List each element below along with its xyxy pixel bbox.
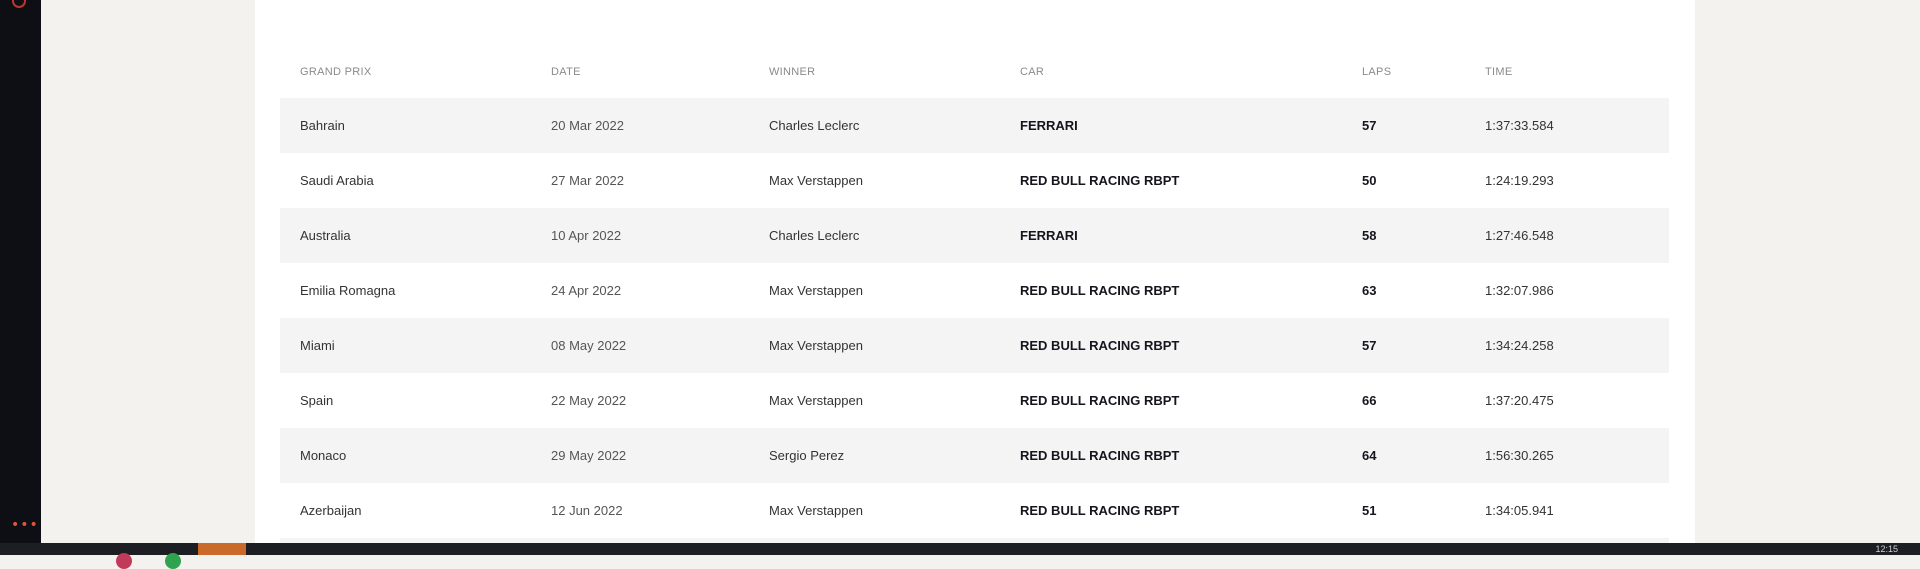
cell-time: 1:37:20.475 bbox=[1485, 393, 1554, 408]
cell-time: 1:37:33.584 bbox=[1485, 118, 1554, 133]
cell-laps: 66 bbox=[1362, 393, 1377, 408]
cell-time: 1:56:30.265 bbox=[1485, 448, 1554, 463]
header-time: TIME bbox=[1485, 66, 1513, 78]
cell-time: 1:32:07.986 bbox=[1485, 283, 1554, 298]
cell-winner: Charles Leclerc bbox=[769, 228, 860, 243]
cell-car: RED BULL RACING RBPT bbox=[1020, 448, 1180, 463]
cell-grand-prix: Saudi Arabia bbox=[300, 173, 374, 188]
cell-date: 10 Apr 2022 bbox=[551, 228, 622, 243]
table-row[interactable]: Australia 10 Apr 2022 Charles Leclerc FERRA… bbox=[280, 208, 1669, 263]
cell-time: 1:24:19.293 bbox=[1485, 173, 1554, 188]
cell-date: 20 Mar 2022 bbox=[551, 118, 624, 133]
cell-date: 29 May 2022 bbox=[551, 448, 627, 463]
active-app-tab[interactable] bbox=[198, 543, 246, 555]
cell-date: 22 May 2022 bbox=[551, 393, 627, 408]
cell-car: RED BULL RACING RBPT bbox=[1020, 503, 1180, 518]
taskbar: 12:15 bbox=[0, 543, 1920, 569]
cell-winner: Charles Leclerc bbox=[769, 118, 860, 133]
cell-laps: 64 bbox=[1362, 448, 1377, 463]
cell-grand-prix: Australia bbox=[300, 228, 351, 243]
cell-laps: 57 bbox=[1362, 338, 1377, 353]
results-panel: GRAND PRIX DATE WINNER CAR LAPS TIME Bah… bbox=[255, 0, 1695, 548]
header-car: CAR bbox=[1020, 66, 1045, 78]
gear-icon[interactable] bbox=[12, 0, 26, 8]
cell-grand-prix: Monaco bbox=[300, 448, 347, 463]
app-icon-red[interactable] bbox=[116, 553, 132, 569]
cell-winner: Sergio Perez bbox=[769, 448, 845, 463]
cell-laps: 57 bbox=[1362, 118, 1377, 133]
table-row[interactable]: Saudi Arabia 27 Mar 2022 Max Verstappen RED… bbox=[280, 153, 1669, 208]
cell-car: FERRARI bbox=[1020, 228, 1078, 243]
cell-grand-prix: Miami bbox=[300, 338, 335, 353]
header-grand-prix: GRAND PRIX bbox=[300, 66, 372, 78]
cell-laps: 58 bbox=[1362, 228, 1377, 243]
table-body: Bahrain 20 Mar 2022 Charles Leclerc FERRARI… bbox=[280, 98, 1669, 538]
cell-date: 27 Mar 2022 bbox=[551, 173, 624, 188]
table-row[interactable]: Spain 22 May 2022 Max Verstappen RED BULL R… bbox=[280, 373, 1669, 428]
clock: 12:15 bbox=[1875, 544, 1898, 554]
cell-winner: Max Verstappen bbox=[769, 338, 863, 353]
cell-grand-prix: Spain bbox=[300, 393, 334, 408]
table-row[interactable]: Bahrain 20 Mar 2022 Charles Leclerc FERRARI… bbox=[280, 98, 1669, 153]
more-apps-icon[interactable]: ••• bbox=[11, 518, 39, 532]
cell-car: RED BULL RACING RBPT bbox=[1020, 173, 1180, 188]
cell-laps: 63 bbox=[1362, 283, 1377, 298]
header-laps: LAPS bbox=[1362, 66, 1392, 78]
cell-car: RED BULL RACING RBPT bbox=[1020, 338, 1180, 353]
table-row[interactable]: Monaco 29 May 2022 Sergio Perez RED BULL RA… bbox=[280, 428, 1669, 483]
cell-laps: 50 bbox=[1362, 173, 1377, 188]
cell-winner: Max Verstappen bbox=[769, 503, 863, 518]
page-background: GRAND PRIX DATE WINNER CAR LAPS TIME Bah… bbox=[41, 0, 1920, 548]
cell-grand-prix: Bahrain bbox=[300, 118, 345, 133]
cell-grand-prix: Azerbaijan bbox=[300, 503, 362, 518]
header-winner: WINNER bbox=[769, 66, 816, 78]
cell-time: 1:27:46.548 bbox=[1485, 228, 1554, 243]
cell-winner: Max Verstappen bbox=[769, 393, 863, 408]
table-row[interactable]: Azerbaijan 12 Jun 2022 Max Verstappen RED B… bbox=[280, 483, 1669, 538]
cell-winner: Max Verstappen bbox=[769, 283, 863, 298]
header-date: DATE bbox=[551, 66, 581, 78]
cell-car: FERRARI bbox=[1020, 118, 1078, 133]
cell-car: RED BULL RACING RBPT bbox=[1020, 393, 1180, 408]
app-icon-green[interactable] bbox=[165, 553, 181, 569]
cell-car: RED BULL RACING RBPT bbox=[1020, 283, 1180, 298]
cell-time: 1:34:05.941 bbox=[1485, 503, 1554, 518]
app-dock: ••• bbox=[0, 0, 41, 543]
table-header: GRAND PRIX DATE WINNER CAR LAPS TIME bbox=[280, 54, 1669, 98]
table-row[interactable]: Miami 08 May 2022 Max Verstappen RED BULL R… bbox=[280, 318, 1669, 373]
cell-date: 08 May 2022 bbox=[551, 338, 627, 353]
race-results-table: GRAND PRIX DATE WINNER CAR LAPS TIME Bah… bbox=[280, 54, 1669, 548]
cell-laps: 51 bbox=[1362, 503, 1377, 518]
cell-date: 24 Apr 2022 bbox=[551, 283, 622, 298]
cell-time: 1:34:24.258 bbox=[1485, 338, 1554, 353]
cell-winner: Max Verstappen bbox=[769, 173, 863, 188]
cell-grand-prix: Emilia Romagna bbox=[300, 283, 396, 298]
table-row[interactable]: Emilia Romagna 24 Apr 2022 Max Verstappen R… bbox=[280, 263, 1669, 318]
cell-date: 12 Jun 2022 bbox=[551, 503, 623, 518]
